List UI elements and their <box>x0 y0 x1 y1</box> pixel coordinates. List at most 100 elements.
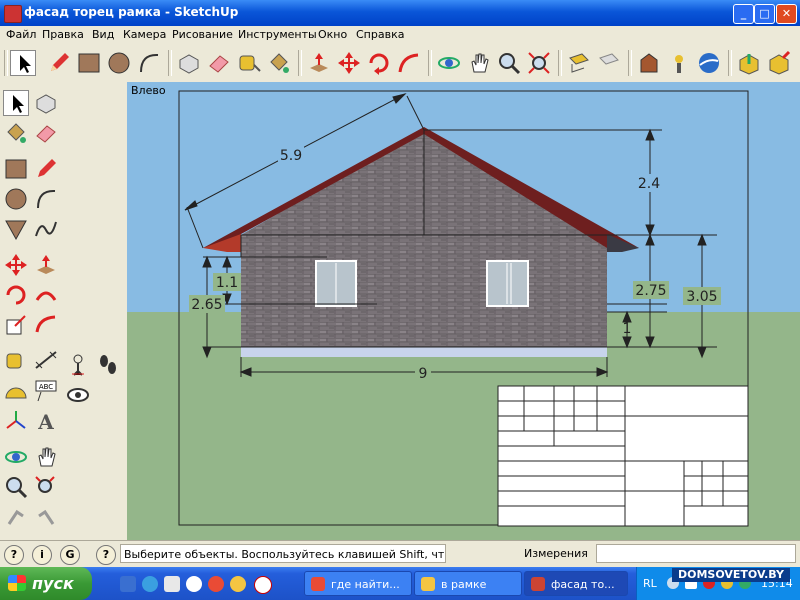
tape-measure-icon[interactable] <box>236 50 262 76</box>
paint-bucket-icon[interactable] <box>266 50 292 76</box>
dimension-tool-icon[interactable] <box>33 348 59 374</box>
text-tool-icon[interactable]: ABC <box>33 378 59 404</box>
arc-icon[interactable] <box>136 50 162 76</box>
dim-roof-slope[interactable]: 5.9 <box>280 148 302 164</box>
foundation <box>241 347 607 357</box>
offset-tool-icon[interactable] <box>33 312 59 338</box>
task-chrome[interactable]: где найти... <box>304 571 412 596</box>
measurements-input[interactable] <box>596 544 796 563</box>
credits-icon[interactable]: i <box>32 545 52 565</box>
yandex-icon[interactable] <box>254 576 272 594</box>
3d-text-tool-icon[interactable]: A <box>33 408 59 434</box>
rectangle-tool-icon[interactable] <box>3 156 29 182</box>
scale-tool-icon[interactable] <box>3 312 29 338</box>
share-model-icon[interactable] <box>666 50 692 76</box>
orbit-tool-icon[interactable] <box>3 444 29 470</box>
axes-tool-icon[interactable] <box>3 408 29 434</box>
menu-camera[interactable]: Камера <box>123 28 166 41</box>
freehand-tool-icon[interactable] <box>33 216 59 242</box>
toolbar-separator <box>298 50 302 76</box>
mail-icon[interactable] <box>164 576 180 592</box>
zoom-icon[interactable] <box>496 50 522 76</box>
menu-view[interactable]: Вид <box>92 28 114 41</box>
component-export-icon[interactable] <box>766 50 792 76</box>
dim-window-height[interactable]: 1.1 <box>216 275 238 291</box>
drawing-viewport[interactable]: 5.9 2.4 2.75 3.05 1.1 2.65 1 9 Влево <box>127 82 800 540</box>
previous-view-icon[interactable] <box>566 50 592 76</box>
close-button[interactable]: ✕ <box>776 4 797 24</box>
dim-plinth[interactable]: 1 <box>623 321 632 337</box>
svg-text:A: A <box>37 410 54 434</box>
task-sketchup[interactable]: фасад то... <box>524 571 628 596</box>
house-wall <box>241 235 607 347</box>
eraser-icon[interactable] <box>206 50 232 76</box>
walk-icon[interactable] <box>95 352 121 378</box>
menu-file[interactable]: Файл <box>6 28 36 41</box>
media-player-icon[interactable] <box>186 576 202 592</box>
circle-tool-icon[interactable] <box>3 186 29 212</box>
follow-me-icon[interactable] <box>396 50 422 76</box>
chrome-icon[interactable] <box>208 576 224 592</box>
next-view-tool-icon[interactable] <box>33 504 59 530</box>
previous-view-tool-icon[interactable] <box>3 504 29 530</box>
language-indicator[interactable]: RL <box>643 577 657 590</box>
at-sign-icon[interactable] <box>230 576 246 592</box>
get-models-icon[interactable] <box>636 50 662 76</box>
menu-edit[interactable]: Правка <box>42 28 84 41</box>
eraser-tool-icon[interactable] <box>33 120 59 146</box>
dim-total-height[interactable]: 3.05 <box>686 289 717 305</box>
pan-tool-icon[interactable] <box>33 444 59 470</box>
look-around-icon[interactable] <box>65 382 91 408</box>
view-label: Влево <box>131 84 166 97</box>
internet-explorer-icon[interactable] <box>142 576 158 592</box>
dim-width[interactable]: 9 <box>419 366 428 382</box>
tape-measure-tool-icon[interactable] <box>3 348 29 374</box>
rectangle-icon[interactable] <box>76 50 102 76</box>
task-folder[interactable]: в рамке <box>414 571 522 596</box>
polygon-tool-icon[interactable] <box>3 216 29 242</box>
start-button[interactable]: пуск <box>0 567 92 600</box>
geolocation-icon[interactable]: ? <box>4 545 24 565</box>
dim-eave-height[interactable]: 2.75 <box>635 283 666 299</box>
line-tool-icon[interactable] <box>33 156 59 182</box>
dim-left-wall-height[interactable]: 2.65 <box>191 297 222 313</box>
orbit-icon[interactable] <box>436 50 462 76</box>
push-pull-tool-icon[interactable] <box>33 252 59 278</box>
maximize-button[interactable]: □ <box>754 4 775 24</box>
folder-task-icon <box>421 577 435 591</box>
position-camera-icon[interactable] <box>65 352 91 378</box>
show-desktop-icon[interactable] <box>120 576 136 592</box>
select-tool-icon[interactable] <box>3 90 29 116</box>
dim-ridge-height[interactable]: 2.4 <box>638 176 660 192</box>
component-import-icon[interactable] <box>736 50 762 76</box>
toolbar-separator <box>168 50 172 76</box>
menu-help[interactable]: Справка <box>356 28 404 41</box>
push-pull-icon[interactable] <box>306 50 332 76</box>
rotate-icon[interactable] <box>366 50 392 76</box>
minimize-button[interactable]: _ <box>733 4 754 24</box>
zoom-extents-icon[interactable] <box>526 50 552 76</box>
next-view-icon[interactable] <box>596 50 622 76</box>
zoom-window-tool-icon[interactable] <box>33 474 59 500</box>
pan-icon[interactable] <box>466 50 492 76</box>
instructor-icon[interactable]: ? <box>96 545 116 565</box>
make-component-icon[interactable] <box>176 50 202 76</box>
make-component-tool-icon[interactable] <box>33 90 59 116</box>
menu-tools[interactable]: Инструменты <box>238 28 317 41</box>
arc-tool-icon[interactable] <box>33 186 59 212</box>
rotate-tool-icon[interactable] <box>3 282 29 308</box>
circle-icon[interactable] <box>106 50 132 76</box>
protractor-tool-icon[interactable] <box>3 378 29 404</box>
pencil-icon[interactable] <box>46 50 72 76</box>
toolbar-separator <box>428 50 432 76</box>
move-tool-icon[interactable] <box>3 252 29 278</box>
menu-window[interactable]: Окно <box>318 28 347 41</box>
zoom-tool-icon[interactable] <box>3 474 29 500</box>
move-icon[interactable] <box>336 50 362 76</box>
google-earth-icon[interactable] <box>696 50 722 76</box>
google-signin-icon[interactable]: G <box>60 545 80 565</box>
menu-draw[interactable]: Рисование <box>172 28 233 41</box>
paint-bucket-tool-icon[interactable] <box>3 120 29 146</box>
follow-me-tool-icon[interactable] <box>33 282 59 308</box>
select-icon[interactable] <box>10 50 36 76</box>
